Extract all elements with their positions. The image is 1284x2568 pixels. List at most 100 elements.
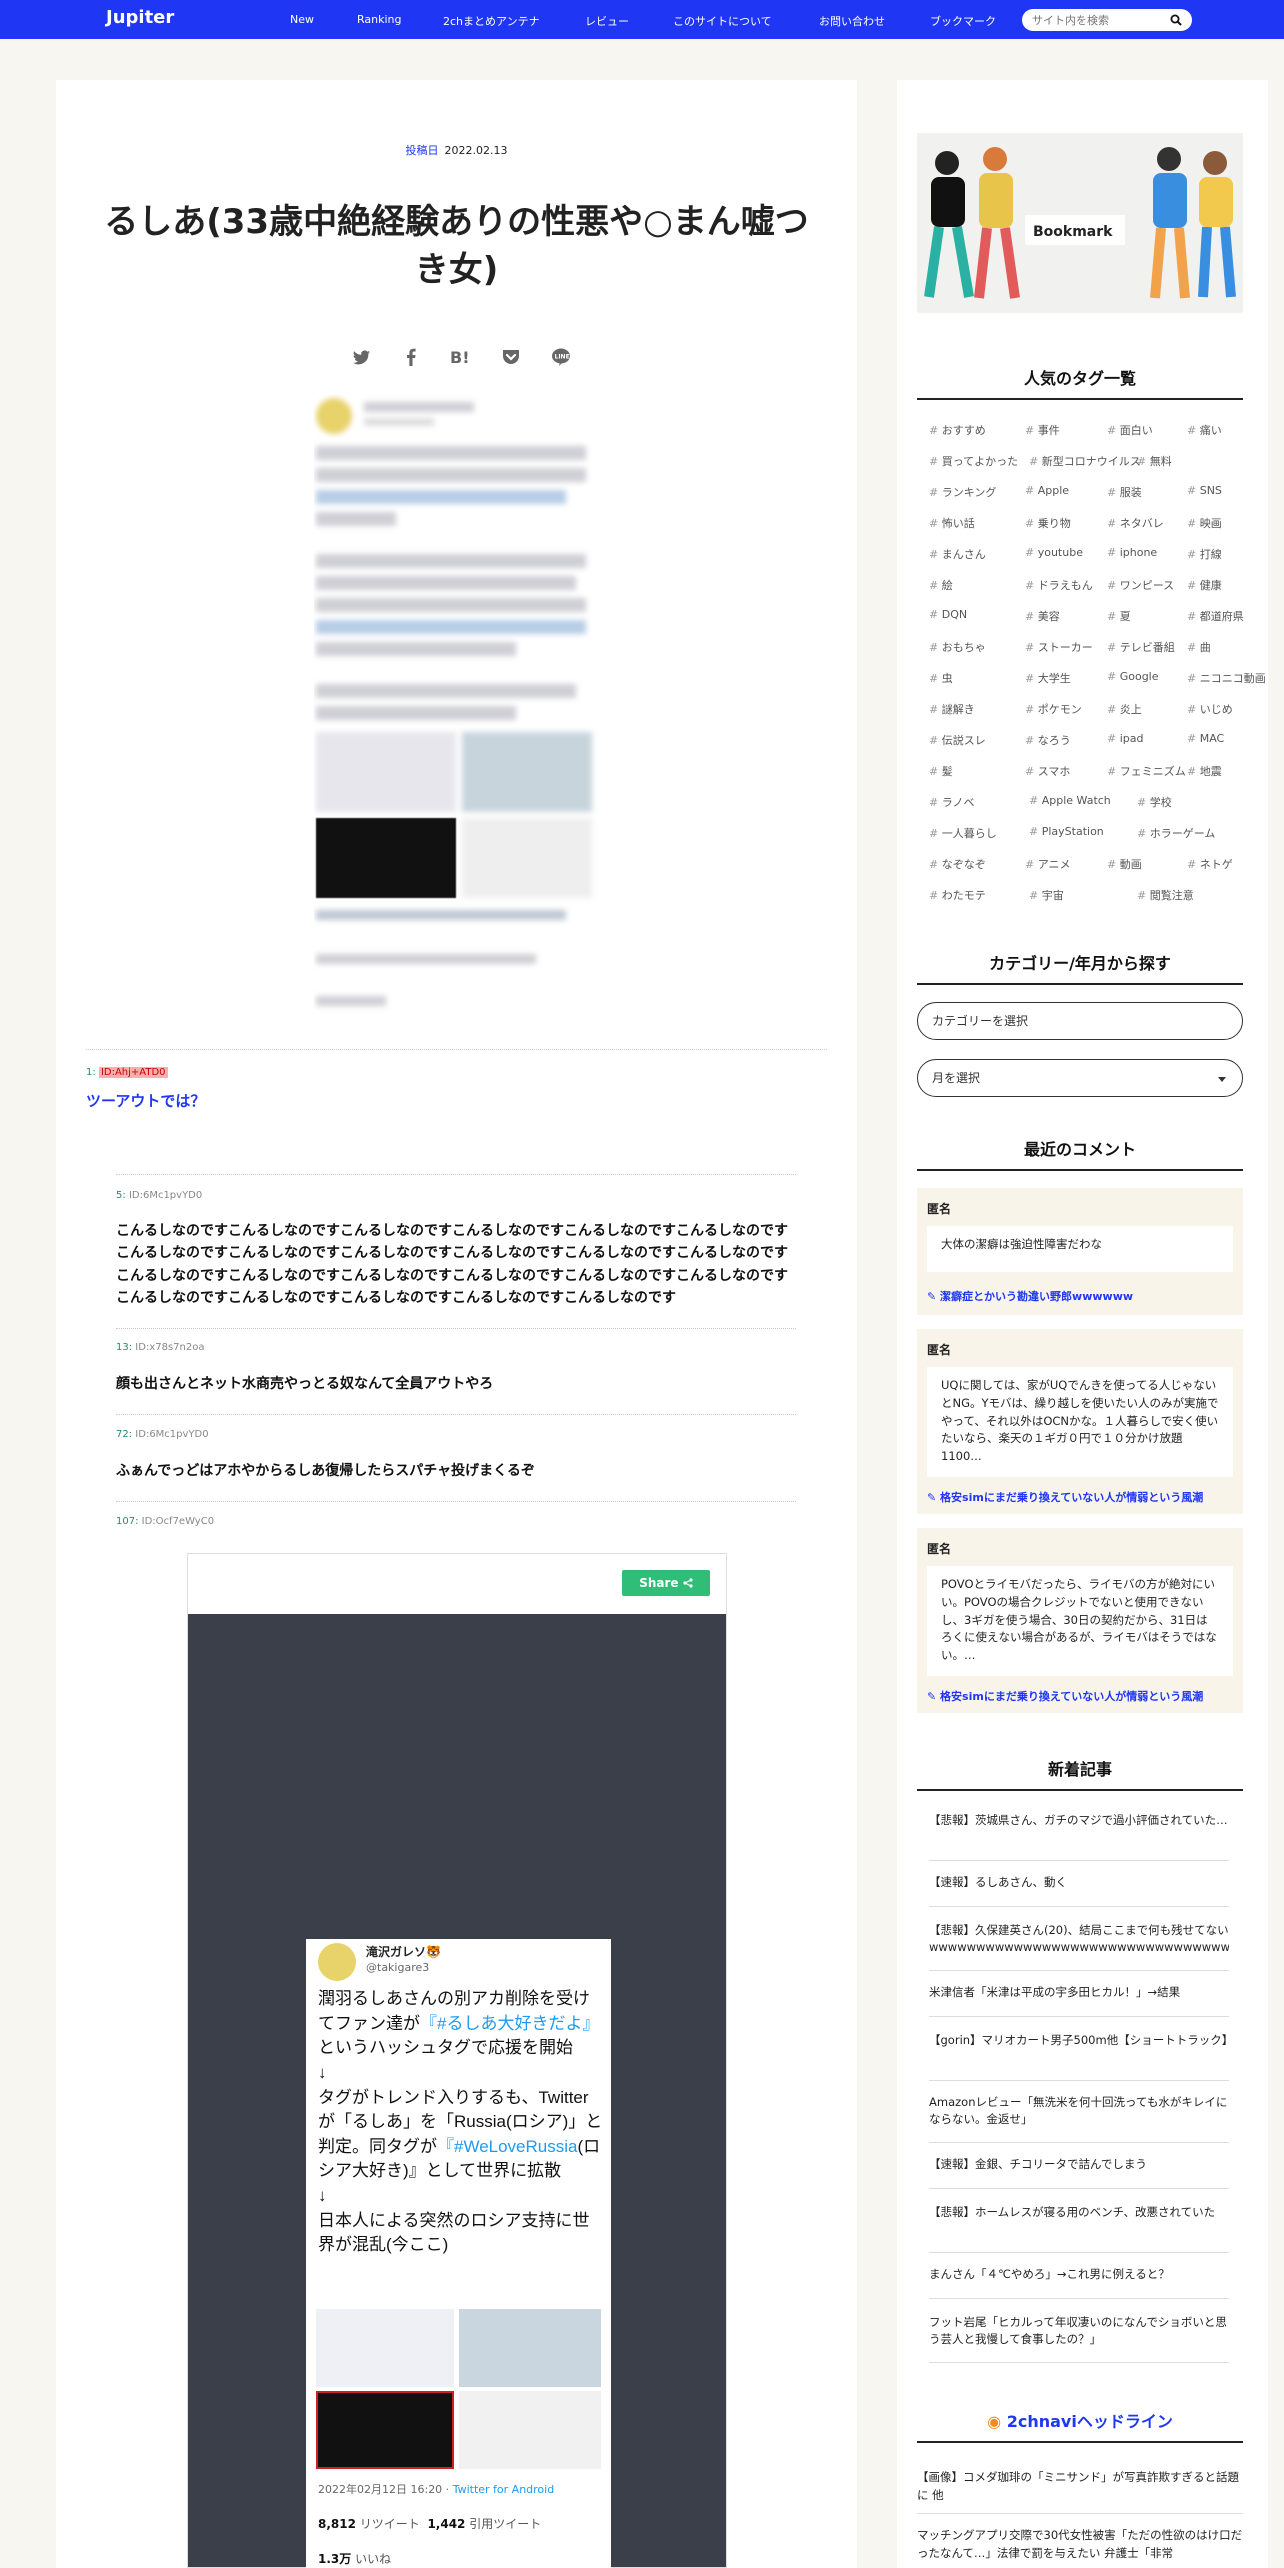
category-select[interactable]: カテゴリーを選択 <box>917 1002 1243 1040</box>
tag-link[interactable]: 服装 <box>1107 484 1142 500</box>
tag-link[interactable]: 映画 <box>1187 515 1222 531</box>
tag-link[interactable]: 怖い話 <box>929 515 975 531</box>
tag-link[interactable]: 美容 <box>1025 608 1060 624</box>
tag-link[interactable]: 炎上 <box>1107 701 1142 717</box>
tag-link[interactable]: 謎解き <box>929 701 975 717</box>
tag-link[interactable]: 宇宙 <box>1029 887 1064 903</box>
article-link[interactable]: まんさん「４℃やめろ」→これ男に例えると？ <box>929 2266 1229 2283</box>
facebook-icon[interactable] <box>396 342 426 372</box>
nav-ranking[interactable]: Ranking <box>357 13 402 26</box>
tag-link[interactable]: ホラーゲーム <box>1137 825 1216 841</box>
tag-link[interactable]: iphone <box>1107 546 1157 559</box>
nav-antenna[interactable]: 2chまとめアンテナ <box>443 13 540 29</box>
headline-link[interactable]: マッチングアプリ交際で30代女性被害「ただの性欲のはけ口だったなんて…」法律で罰… <box>917 2526 1247 2563</box>
tag-link[interactable]: DQN <box>929 608 967 621</box>
video-share-button[interactable]: Share <box>622 1570 710 1596</box>
article-link[interactable]: 【速報】金銀、チコリータで詰んでしまう <box>929 2156 1229 2173</box>
tweet-stats: 8,812 リツイート 1,442 引用ツイート <box>318 2517 542 2531</box>
article-link[interactable]: フット岩尾「ヒカルって年収凄いのになんでショボいと思う芸人と我慢して食事したの？… <box>929 2314 1229 2349</box>
hatena-icon[interactable]: B! <box>446 342 476 372</box>
article-link[interactable]: 【悲報】茨城県さん、ガチのマジで過小評価されていた… <box>929 1812 1229 1829</box>
tag-link[interactable]: 大学生 <box>1025 670 1071 686</box>
article-link[interactable]: 【速報】るしあさん、動く <box>929 1874 1229 1891</box>
tag-link[interactable]: おもちゃ <box>929 639 986 655</box>
tag-link[interactable]: SNS <box>1187 484 1222 497</box>
tag-link[interactable]: まんさん <box>929 546 986 562</box>
comment-article-link[interactable]: ✎ 潔癖症とかいう勘違い野郎wwwwww <box>927 1288 1133 1304</box>
nav-new[interactable]: New <box>290 13 314 26</box>
embedded-video[interactable]: Share 滝沢ガレソ🐯 @takigare3 潤羽るしあさんの別アカ削除を受け… <box>187 1553 727 2568</box>
article-link[interactable]: 【悲報】久保建英さん(20)、結局ここまで何も残せてないwwwwwwwwwwww… <box>929 1922 1229 1957</box>
nav-about[interactable]: このサイトについて <box>673 13 772 29</box>
site-logo[interactable]: Jupiter <box>106 7 174 28</box>
tag-link[interactable]: PlayStation <box>1029 825 1104 838</box>
tag-link[interactable]: youtube <box>1025 546 1083 559</box>
tag-link[interactable]: Google <box>1107 670 1159 683</box>
tag-link[interactable]: ドラえもん <box>1025 577 1093 593</box>
tag-link[interactable]: 事件 <box>1025 422 1060 438</box>
tag-link[interactable]: ネトゲ <box>1187 856 1233 872</box>
article-link[interactable]: 米津信者「米津は平成の宇多田ヒカル！」→結果 <box>929 1984 1229 2001</box>
search-input[interactable] <box>1032 12 1162 28</box>
tag-link[interactable]: MAC <box>1187 732 1225 745</box>
tag-link[interactable]: 絵 <box>929 577 953 593</box>
tag-link[interactable]: 閲覧注意 <box>1137 887 1194 903</box>
headline-link[interactable]: 【画像】コメダ珈琲の「ミニサンド」が写真詐欺すぎると話題に 他 <box>917 2468 1247 2505</box>
tag-link[interactable]: 夏 <box>1107 608 1131 624</box>
tag-link[interactable]: 虫 <box>929 670 953 686</box>
tag-link[interactable]: 都道府県 <box>1187 608 1244 624</box>
tag-link[interactable]: 髪 <box>929 763 953 779</box>
twitter-icon[interactable] <box>346 342 376 372</box>
search-icon[interactable] <box>1170 14 1182 26</box>
tag-link[interactable]: スマホ <box>1025 763 1071 779</box>
hashtag-link[interactable]: 『#るしあ大好きだよ』 <box>420 2014 599 2033</box>
tag-link[interactable]: いじめ <box>1187 701 1233 717</box>
hashtag-link[interactable]: 『#WeLoveRussia <box>437 2137 577 2156</box>
article-link[interactable]: 【gorin】マリオカート男子500m他【ショートトラック】 <box>929 2032 1229 2049</box>
comment-article-link[interactable]: ✎ 格安simにまだ乗り換えていない人が情弱という風潮 <box>927 1688 1203 1704</box>
tag-link[interactable]: わたモテ <box>929 887 986 903</box>
res-meta: 5: ID:6Mc1pvYD0 <box>116 1190 203 1201</box>
tag-link[interactable]: ipad <box>1107 732 1144 745</box>
nav-bookmark[interactable]: ブックマーク <box>930 13 996 29</box>
tag-link[interactable]: 打線 <box>1187 546 1222 562</box>
tweet-client-link[interactable]: Twitter for Android <box>453 2483 555 2496</box>
comment-article-link[interactable]: ✎ 格安simにまだ乗り換えていない人が情弱という風潮 <box>927 1489 1203 1505</box>
tag-link[interactable]: フェミニズム <box>1107 763 1186 779</box>
tag-link[interactable]: 面白い <box>1107 422 1153 438</box>
tag-link[interactable]: 乗り物 <box>1025 515 1071 531</box>
tag-link[interactable]: ポケモン <box>1025 701 1082 717</box>
nav-review[interactable]: レビュー <box>585 13 629 29</box>
tag-link[interactable]: Apple <box>1025 484 1069 497</box>
pocket-icon[interactable] <box>496 342 526 372</box>
tag-link[interactable]: ストーカー <box>1025 639 1093 655</box>
tag-link[interactable]: 健康 <box>1187 577 1222 593</box>
bookmark-banner[interactable]: Bookmark <box>917 133 1243 313</box>
line-icon[interactable]: LINE <box>546 342 576 372</box>
tag-link[interactable]: Apple Watch <box>1029 794 1111 807</box>
tag-link[interactable]: 伝説スレ <box>929 732 986 748</box>
tag-link[interactable]: ネタバレ <box>1107 515 1164 531</box>
tag-link[interactable]: なろう <box>1025 732 1071 748</box>
tag-link[interactable]: 痛い <box>1187 422 1222 438</box>
tag-link[interactable]: なぞなぞ <box>929 856 986 872</box>
tag-link[interactable]: 学校 <box>1137 794 1172 810</box>
tag-link[interactable]: 一人暮らし <box>929 825 997 841</box>
month-select[interactable]: 月を選択 <box>917 1059 1243 1097</box>
tag-link[interactable]: ラノベ <box>929 794 975 810</box>
tag-link[interactable]: 無料 <box>1137 453 1172 469</box>
tag-link[interactable]: アニメ <box>1025 856 1071 872</box>
tag-link[interactable]: 新型コロナウイルス <box>1029 453 1141 469</box>
tag-link[interactable]: 地震 <box>1187 763 1222 779</box>
tag-link[interactable]: ワンピース <box>1107 577 1174 593</box>
tag-link[interactable]: ニコニコ動画 <box>1187 670 1266 686</box>
tag-link[interactable]: 買ってよかった <box>929 453 1018 469</box>
tag-link[interactable]: 曲 <box>1187 639 1211 655</box>
article-link[interactable]: Amazonレビュー「無洗米を何十回洗っても水がキレイにならない。金返せ」 <box>929 2094 1229 2129</box>
article-link[interactable]: 【悲報】ホームレスが寝る用のベンチ、改悪されていた <box>929 2204 1229 2221</box>
tag-link[interactable]: テレビ番組 <box>1107 639 1175 655</box>
nav-contact[interactable]: お問い合わせ <box>819 13 885 29</box>
tag-link[interactable]: ランキング <box>929 484 997 500</box>
tag-link[interactable]: おすすめ <box>929 422 986 438</box>
tag-link[interactable]: 動画 <box>1107 856 1142 872</box>
